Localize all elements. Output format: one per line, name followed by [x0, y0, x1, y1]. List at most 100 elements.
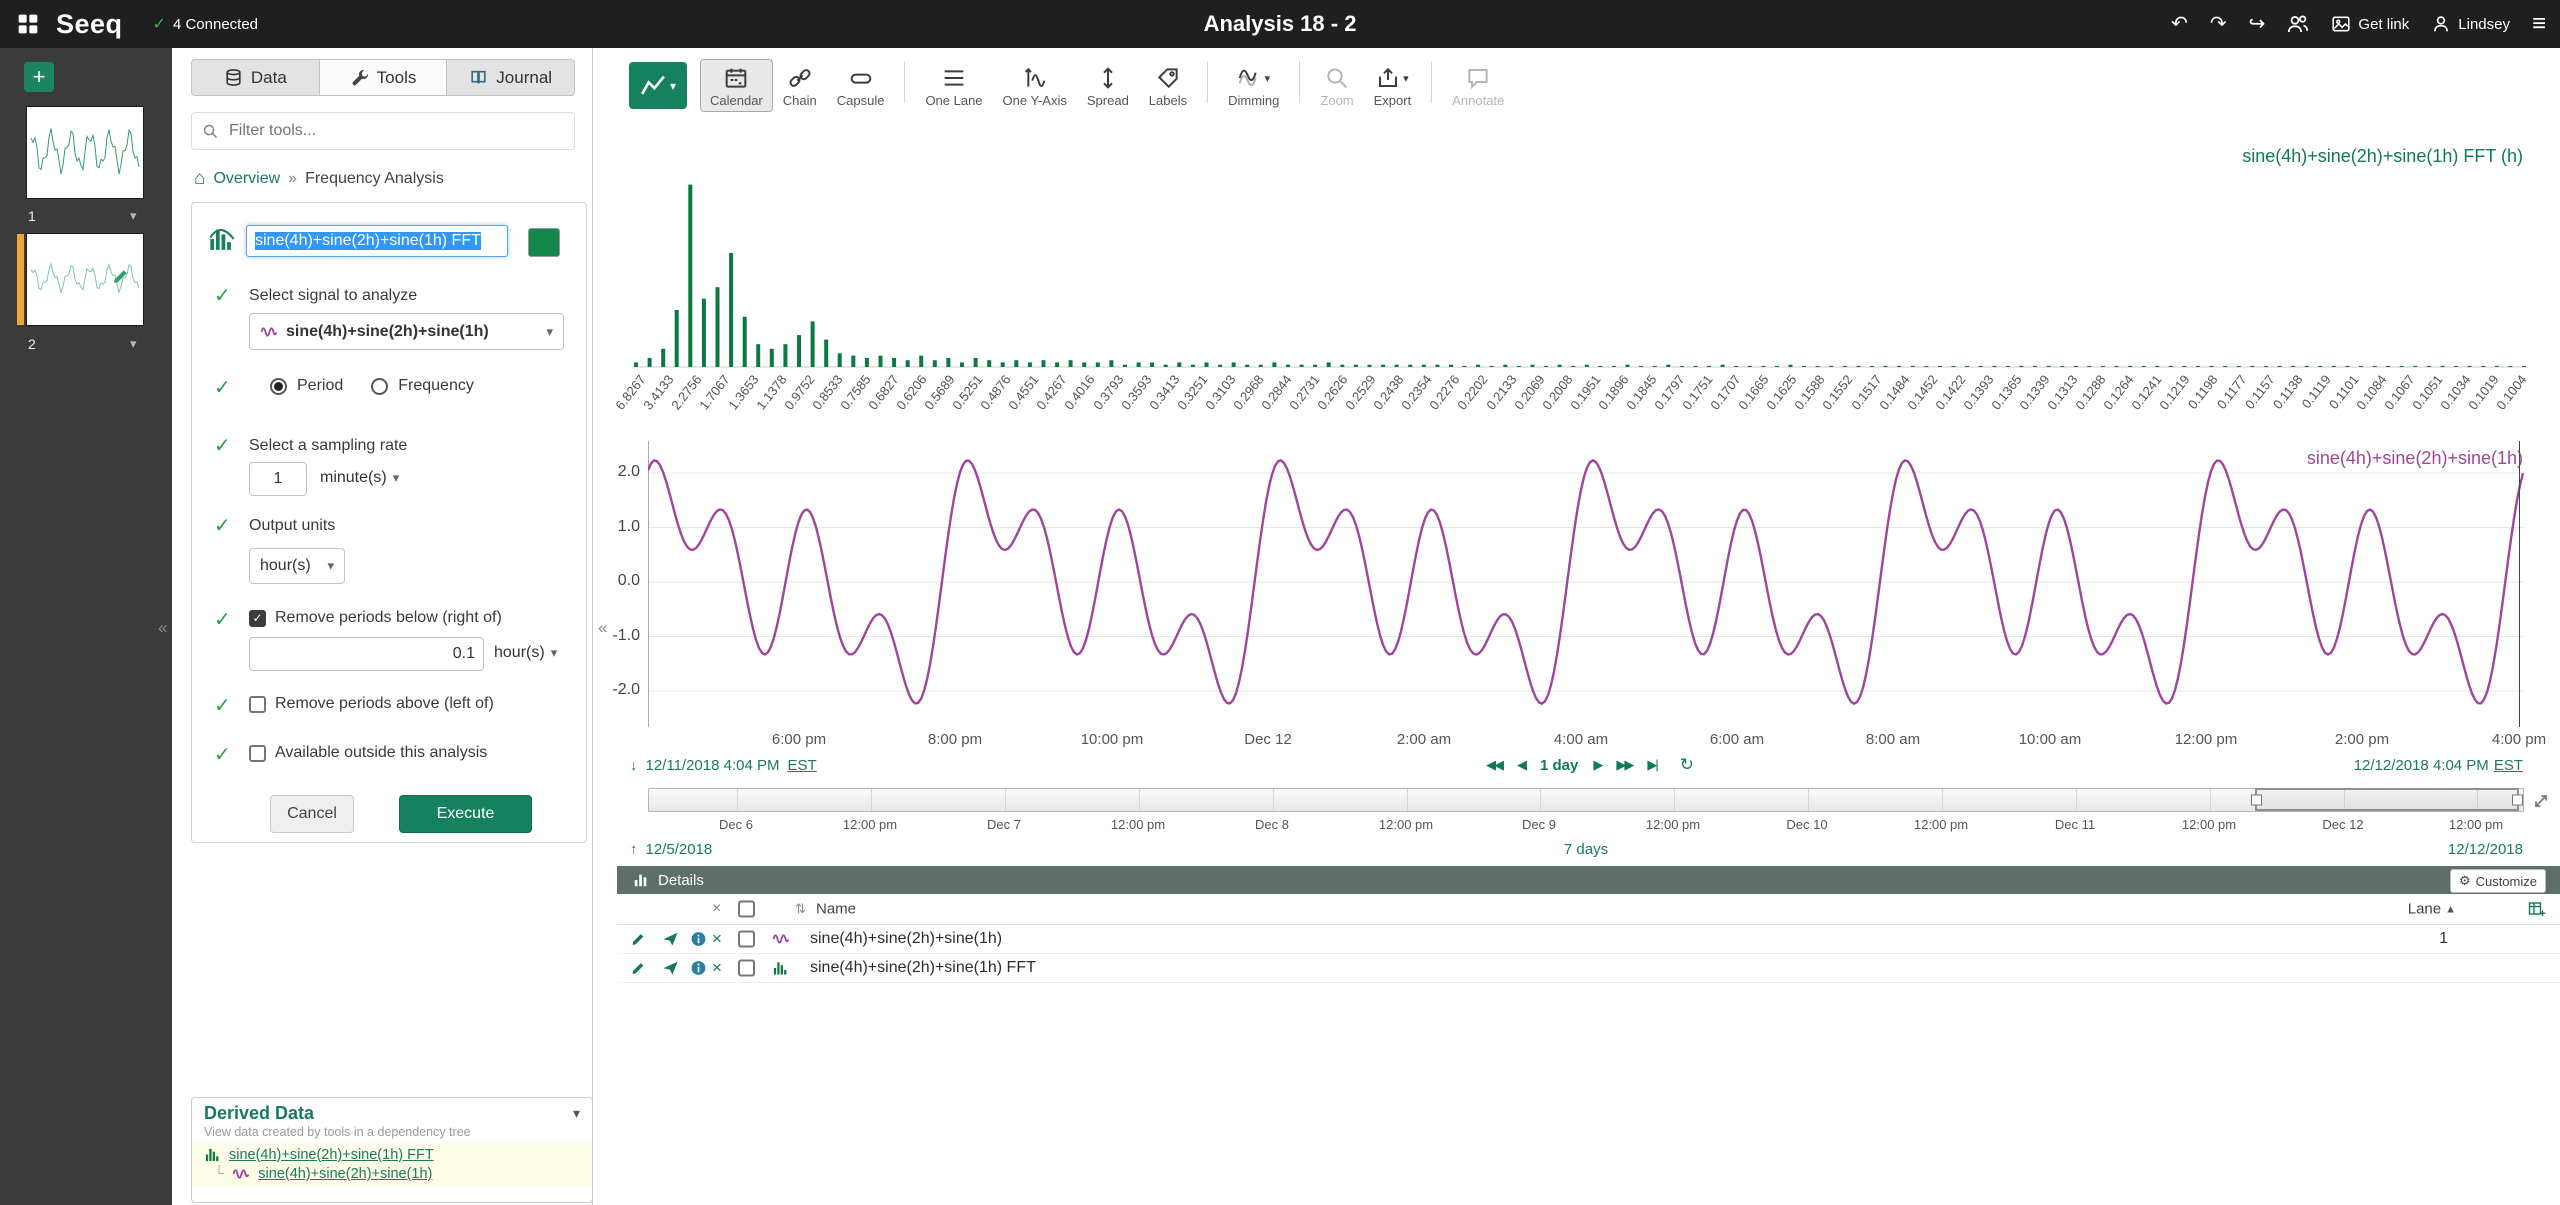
display-range-start[interactable]: ↓ 12/11/2018 4:04 PM EST: [630, 757, 817, 774]
send-to-trend-icon[interactable]: [662, 960, 679, 977]
remove-icon[interactable]: ×: [712, 929, 722, 949]
remove-below-input[interactable]: [249, 637, 484, 671]
fft-x-tick-label: 0.1707: [1707, 372, 1744, 413]
tab-tools[interactable]: Tools: [319, 59, 448, 96]
toolbar-calendar-button[interactable]: Calendar: [700, 59, 773, 112]
tab-journal[interactable]: Journal: [447, 59, 576, 96]
toolbar-spread-button[interactable]: Spread: [1077, 59, 1139, 112]
share-icon[interactable]: ↪: [2249, 14, 2266, 34]
cancel-button[interactable]: Cancel: [270, 795, 354, 833]
sort-icon[interactable]: ⇅: [795, 901, 806, 917]
users-access-icon[interactable]: [2287, 13, 2309, 35]
signal-select-dropdown[interactable]: sine(4h)+sine(2h)+sine(1h) ▾: [249, 313, 564, 350]
fft-x-tick-label: 0.1051: [2409, 372, 2446, 413]
worksheet-thumbnail-1[interactable]: [26, 106, 144, 199]
seeq-logo[interactable]: Seeq: [56, 9, 123, 40]
info-icon[interactable]: [690, 931, 707, 948]
derived-item-link[interactable]: sine(4h)+sine(2h)+sine(1h) FFT: [229, 1147, 434, 1163]
step-back-fast-icon[interactable]: ◀◀: [1486, 757, 1504, 773]
execute-button[interactable]: Execute: [399, 795, 532, 833]
row-checkbox[interactable]: [738, 930, 755, 948]
get-link-button[interactable]: Get link: [2331, 14, 2409, 34]
item-name[interactable]: sine(4h)+sine(2h)+sine(1h) FFT: [810, 959, 1036, 977]
range-duration-button[interactable]: 1 day: [1540, 757, 1578, 774]
row-checkbox[interactable]: [738, 959, 755, 977]
edit-icon[interactable]: [630, 960, 647, 977]
name-column-header[interactable]: Name: [816, 901, 856, 918]
derived-item-link[interactable]: sine(4h)+sine(2h)+sine(1h): [258, 1166, 432, 1182]
signal-chart[interactable]: [648, 441, 2524, 727]
tab-data[interactable]: Data: [191, 59, 320, 96]
timeline-selection[interactable]: [2251, 788, 2523, 811]
add-worksheet-button[interactable]: +: [24, 62, 54, 92]
add-column-icon[interactable]: [2528, 900, 2546, 918]
collapse-tools-panel-icon[interactable]: «: [598, 618, 607, 638]
period-radio[interactable]: [270, 377, 287, 395]
toolbar-export-button[interactable]: ▾ Export: [1364, 59, 1422, 112]
hamburger-menu-icon[interactable]: ≡: [2532, 12, 2546, 36]
expand-range-icon[interactable]: [2531, 791, 2551, 811]
range-end-timezone[interactable]: EST: [2494, 757, 2523, 774]
step-forward-icon[interactable]: ▶: [1593, 757, 1603, 773]
tool-name-input[interactable]: sine(4h)+sine(2h)+sine(1h) FFT: [246, 225, 508, 257]
view-selector-button[interactable]: ▾: [629, 62, 687, 109]
collapse-worksheet-strip-icon[interactable]: «: [158, 618, 167, 638]
remove-icon[interactable]: ×: [712, 958, 722, 978]
remove-below-unit-dropdown[interactable]: hour(s) ▾: [494, 644, 557, 662]
step-to-end-icon[interactable]: ▶|: [1647, 757, 1658, 773]
output-unit-dropdown[interactable]: hour(s) ▾: [249, 548, 345, 584]
info-icon[interactable]: [690, 960, 707, 977]
remove-above-checkbox[interactable]: [249, 695, 266, 713]
frequency-radio[interactable]: [371, 377, 389, 395]
item-name[interactable]: sine(4h)+sine(2h)+sine(1h): [810, 930, 1002, 948]
available-outside-label: Available outside this analysis: [275, 744, 488, 761]
remove-below-checkbox[interactable]: ✓: [249, 609, 266, 627]
remove-all-icon[interactable]: ×: [712, 900, 721, 918]
filter-tools-box[interactable]: [191, 112, 575, 150]
refresh-icon[interactable]: ↻: [1680, 755, 1694, 775]
filter-tools-input[interactable]: [227, 121, 564, 141]
worksheet-menu-chevron-2[interactable]: ▾: [130, 336, 137, 352]
timeline-tick-label: 12:00 pm: [2181, 817, 2237, 832]
toolbar-capsule-button[interactable]: Capsule: [827, 59, 895, 112]
fft-x-tick-label: 0.1845: [1623, 372, 1660, 413]
home-icon[interactable]: ⌂: [194, 168, 205, 190]
fft-x-tick-label: 0.3793: [1089, 372, 1127, 413]
collapse-chevron-icon[interactable]: ▾: [573, 1105, 580, 1122]
selection-left-handle[interactable]: [2251, 794, 2262, 805]
toolbar-one-lane-button[interactable]: One Lane: [915, 59, 992, 112]
edit-icon[interactable]: [630, 931, 647, 948]
redo-icon[interactable]: ↷: [2210, 14, 2227, 34]
fft-chart[interactable]: [632, 140, 2528, 368]
send-to-trend-icon[interactable]: [662, 931, 679, 948]
lane-column-header[interactable]: Lane ▲: [2408, 901, 2456, 918]
sampling-rate-input[interactable]: [249, 462, 307, 496]
available-outside-checkbox[interactable]: [249, 744, 266, 762]
toolbar-labels-button[interactable]: Labels: [1139, 59, 1197, 112]
selection-right-handle[interactable]: [2512, 794, 2523, 805]
toolbar-chain-button[interactable]: Chain: [773, 59, 827, 112]
display-range-end[interactable]: 12/12/2018 4:04 PM EST: [2354, 757, 2523, 774]
connection-status[interactable]: ✓ 4 Connected: [153, 14, 258, 34]
undo-icon[interactable]: ↶: [2171, 14, 2188, 34]
fft-x-tick-label: 0.5251: [949, 372, 986, 413]
toolbar-dimming-button[interactable]: ▾ Dimming: [1218, 59, 1289, 112]
customize-button[interactable]: ⚙ Customize: [2449, 869, 2546, 893]
step-back-icon[interactable]: ◀: [1517, 757, 1527, 773]
breadcrumb-overview-link[interactable]: Overview: [213, 170, 280, 188]
color-swatch-button[interactable]: [528, 228, 560, 257]
apps-grid-icon[interactable]: [16, 12, 40, 36]
sampling-unit-dropdown[interactable]: minute(s) ▾: [320, 469, 399, 487]
timeline-end-date[interactable]: 12/12/2018: [2448, 841, 2523, 858]
worksheet-menu-chevron-1[interactable]: ▾: [130, 208, 137, 224]
select-all-checkbox[interactable]: [738, 900, 755, 918]
investigate-timeline-track[interactable]: [648, 788, 2524, 812]
worksheet-thumbnail-2[interactable]: [17, 233, 144, 326]
step-forward-fast-icon[interactable]: ▶▶: [1616, 757, 1634, 773]
user-menu[interactable]: Lindsey: [2431, 14, 2510, 34]
timeline-duration[interactable]: 7 days: [648, 841, 2524, 858]
range-start-timezone[interactable]: EST: [788, 757, 817, 774]
timeline-tick-label: 12:00 pm: [842, 817, 898, 832]
toolbar-one-y-axis-button[interactable]: One Y-Axis: [993, 59, 1077, 112]
connected-check-icon: ✓: [152, 16, 166, 33]
